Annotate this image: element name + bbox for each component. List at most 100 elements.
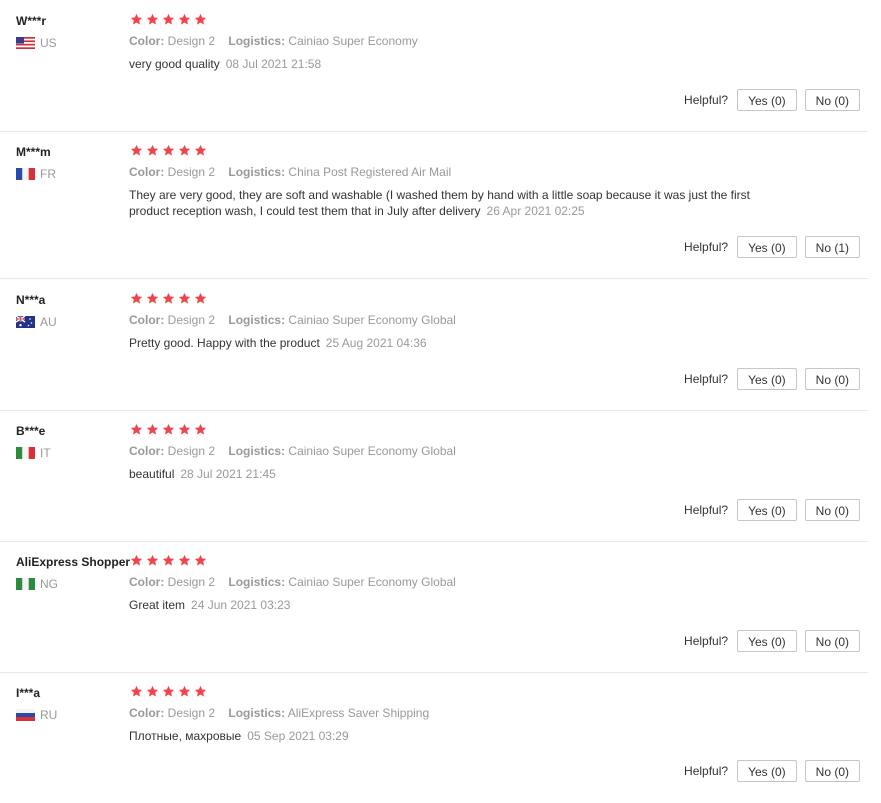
attr-logistics-key: Logistics: xyxy=(228,444,286,458)
attr-color-value: Design 2 xyxy=(167,575,216,589)
country-code: AU xyxy=(40,315,57,329)
star-icon xyxy=(194,144,207,156)
star-rating xyxy=(130,685,210,698)
helpful-no-button[interactable]: No (0) xyxy=(804,499,860,521)
star-icon xyxy=(146,13,159,25)
star-icon xyxy=(130,292,143,304)
review-attributes: Color: Design 2 Logistics: Cainiao Super… xyxy=(129,575,466,589)
review-text: Pretty good. Happy with the product xyxy=(129,336,320,350)
ru-flag-icon xyxy=(16,709,35,721)
star-icon xyxy=(162,685,175,697)
helpful-vote: Helpful? Yes (0) No (0) xyxy=(684,89,860,111)
attr-logistics-value: Cainiao Super Economy Global xyxy=(288,444,456,458)
star-rating xyxy=(130,554,210,567)
helpful-vote: Helpful? Yes (0) No (0) xyxy=(684,368,860,390)
review-content: They are very good, they are soft and wa… xyxy=(129,187,779,219)
attr-logistics-key: Logistics: xyxy=(228,34,286,48)
review-attributes: Color: Design 2 Logistics: AliExpress Sa… xyxy=(129,706,439,720)
review-date: 26 Apr 2021 02:25 xyxy=(486,204,585,218)
review-date: 05 Sep 2021 03:29 xyxy=(247,729,349,743)
attr-color-key: Color: xyxy=(129,444,165,458)
attr-color-value: Design 2 xyxy=(167,34,216,48)
helpful-vote: Helpful? Yes (0) No (0) xyxy=(684,499,860,521)
attr-color-value: Design 2 xyxy=(167,706,216,720)
star-icon xyxy=(194,13,207,25)
review-attributes: Color: Design 2 Logistics: China Post Re… xyxy=(129,165,461,179)
star-icon xyxy=(146,292,159,304)
star-icon xyxy=(178,292,191,304)
star-icon xyxy=(194,292,207,304)
review-attributes: Color: Design 2 Logistics: Cainiao Super… xyxy=(129,444,466,458)
star-icon xyxy=(130,423,143,435)
review-date: 24 Jun 2021 03:23 xyxy=(191,598,291,612)
star-icon xyxy=(146,554,159,566)
reviewer-name: B***e xyxy=(16,424,46,438)
star-rating xyxy=(130,144,210,157)
review-item: B***e IT Color: Design 2 Logistics: Cain… xyxy=(0,410,868,542)
helpful-label: Helpful? xyxy=(684,372,729,386)
helpful-yes-button[interactable]: Yes (0) xyxy=(737,368,797,390)
attr-color-value: Design 2 xyxy=(167,444,216,458)
review-content: Pretty good. Happy with the product 25 Au… xyxy=(129,335,779,351)
star-icon xyxy=(130,144,143,156)
attr-color-value: Design 2 xyxy=(167,165,216,179)
attr-logistics-value: AliExpress Saver Shipping xyxy=(287,706,430,720)
helpful-label: Helpful? xyxy=(684,503,729,517)
reviewer-country: NG xyxy=(16,577,58,591)
helpful-no-button[interactable]: No (0) xyxy=(804,760,860,782)
helpful-no-button[interactable]: No (0) xyxy=(804,368,860,390)
star-icon xyxy=(194,554,207,566)
helpful-yes-button[interactable]: Yes (0) xyxy=(737,760,797,782)
helpful-vote: Helpful? Yes (0) No (1) xyxy=(684,236,860,258)
helpful-yes-button[interactable]: Yes (0) xyxy=(737,89,797,111)
star-icon xyxy=(146,685,159,697)
star-icon xyxy=(194,423,207,435)
reviewer-name: N***a xyxy=(16,293,46,307)
helpful-label: Helpful? xyxy=(684,764,729,778)
attr-color-key: Color: xyxy=(129,706,165,720)
attr-color-key: Color: xyxy=(129,575,165,589)
attr-logistics-key: Logistics: xyxy=(228,313,286,327)
attr-logistics-value: Cainiao Super Economy Global xyxy=(288,575,456,589)
star-icon xyxy=(178,685,191,697)
reviewer-country: FR xyxy=(16,167,56,181)
star-icon xyxy=(162,554,175,566)
star-icon xyxy=(162,292,175,304)
helpful-label: Helpful? xyxy=(684,634,729,648)
country-code: IT xyxy=(40,446,51,460)
review-text: very good quality xyxy=(129,57,220,71)
star-icon xyxy=(130,554,143,566)
reviewer-country: RU xyxy=(16,708,57,722)
star-icon xyxy=(146,144,159,156)
reviewer-name: W***r xyxy=(16,14,47,28)
review-text: They are very good, they are soft and wa… xyxy=(129,188,750,218)
attr-logistics-key: Logistics: xyxy=(228,165,286,179)
helpful-no-button[interactable]: No (1) xyxy=(804,236,860,258)
helpful-vote: Helpful? Yes (0) No (0) xyxy=(684,760,860,782)
helpful-label: Helpful? xyxy=(684,240,729,254)
it-flag-icon xyxy=(16,447,35,459)
review-date: 25 Aug 2021 04:36 xyxy=(325,336,427,350)
helpful-yes-button[interactable]: Yes (0) xyxy=(737,236,797,258)
helpful-no-button[interactable]: No (0) xyxy=(804,89,860,111)
star-icon xyxy=(194,685,207,697)
au-flag-icon xyxy=(16,316,35,328)
helpful-yes-button[interactable]: Yes (0) xyxy=(737,630,797,652)
helpful-no-button[interactable]: No (0) xyxy=(804,630,860,652)
feedback-list: W***r US Color: Design 2 Logistics: Cain… xyxy=(0,0,881,801)
review-item: AliExpress Shopper NG Color: Design 2 Lo… xyxy=(0,541,868,673)
reviewer-name: M***m xyxy=(16,145,51,159)
review-attributes: Color: Design 2 Logistics: Cainiao Super… xyxy=(129,34,428,48)
helpful-yes-button[interactable]: Yes (0) xyxy=(737,499,797,521)
star-icon xyxy=(162,144,175,156)
reviewer-country: IT xyxy=(16,446,51,460)
star-icon xyxy=(162,423,175,435)
review-content: Great item 24 Jun 2021 03:23 xyxy=(129,597,779,613)
country-code: RU xyxy=(40,708,58,722)
country-code: FR xyxy=(40,167,56,181)
review-item: M***m FR Color: Design 2 Logistics: Chin… xyxy=(0,131,868,279)
attr-color-key: Color: xyxy=(129,313,165,327)
review-date: 08 Jul 2021 21:58 xyxy=(225,57,322,71)
country-code: NG xyxy=(40,577,58,591)
star-icon xyxy=(178,554,191,566)
